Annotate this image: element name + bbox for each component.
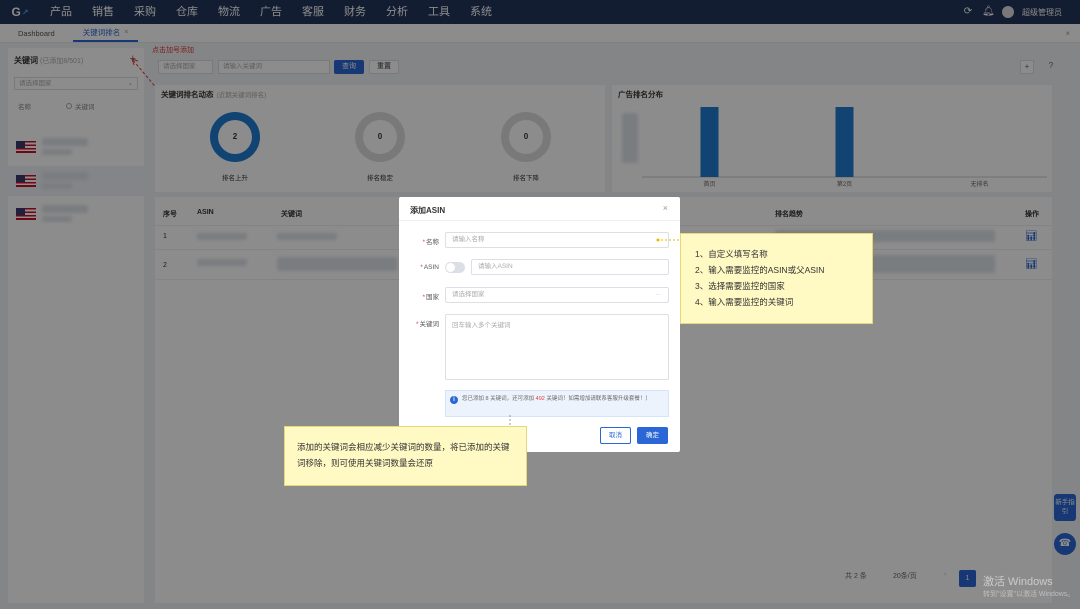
info-remaining-count: 492 xyxy=(535,396,545,402)
add-asin-dialog: 添加ASIN × *名称 请输入名称 *ASIN 请输入ASIN *国家 请选择… xyxy=(399,197,680,452)
country-label-text: 国家 xyxy=(426,294,439,301)
instruction-line: 3、选择需要监控的国家 xyxy=(695,281,785,291)
name-input[interactable]: 请输入名称 xyxy=(445,232,669,248)
toggle-knob xyxy=(446,263,455,272)
dialog-divider xyxy=(399,220,680,221)
parent-asin-toggle[interactable] xyxy=(445,262,465,273)
info-icon: i xyxy=(450,396,458,404)
activation-watermark-sub: 转到"设置"以激活 Windows。 xyxy=(983,591,1075,598)
name-placeholder: 请输入名称 xyxy=(452,236,485,243)
info-text-1: 您已添加 8 关键词，还可添加 xyxy=(462,396,535,402)
confirm-button[interactable]: 确定 xyxy=(637,427,668,444)
close-icon[interactable]: × xyxy=(663,203,668,213)
activation-watermark: 激活 Windows xyxy=(983,576,1053,588)
keyword-label-text: 关键词 xyxy=(419,321,440,328)
ellipsis-icon: ··· xyxy=(655,291,663,298)
keyword-quota-info: i 您已添加 8 关键词，还可添加 492 关键词！如需增加请联系客服升级套餐！… xyxy=(445,390,669,417)
asin-input[interactable]: 请输入ASIN xyxy=(471,259,669,275)
asin-label-text: ASIN xyxy=(423,264,439,271)
form-instructions-callout: 1、自定义填写名称 2、输入需要监控的ASIN或父ASIN 3、选择需要监控的国… xyxy=(680,233,873,324)
asin-label: *ASIN xyxy=(420,264,439,271)
keyword-placeholder: 回车输入多个关键词 xyxy=(452,322,511,329)
cancel-button[interactable]: 取消 xyxy=(600,427,631,444)
dialog-title: 添加ASIN xyxy=(410,206,446,215)
name-label-text: 名称 xyxy=(426,239,439,246)
country-placeholder: 请选择国家 xyxy=(452,291,485,298)
instruction-line: 4、输入需要监控的关键词 xyxy=(695,297,794,307)
keyword-quota-callout: 添加的关键词会相应减少关键词的数量，将已添加的关键词移除，则可使用关键词数量会还… xyxy=(284,426,527,486)
name-label: *名称 xyxy=(422,239,439,246)
instruction-line: 2、输入需要监控的ASIN或父ASIN xyxy=(695,265,825,275)
keyword-label: *关键词 xyxy=(415,321,440,328)
country-select[interactable]: 请选择国家 ··· xyxy=(445,287,669,303)
country-label: *国家 xyxy=(422,294,439,301)
asin-placeholder: 请输入ASIN xyxy=(478,263,513,270)
instruction-line: 1、自定义填写名称 xyxy=(695,249,768,259)
info-text-2: 关键词！如需增加请联系客服升级套餐！） xyxy=(546,396,651,402)
keyword-textarea[interactable]: 回车输入多个关键词 xyxy=(445,314,669,380)
